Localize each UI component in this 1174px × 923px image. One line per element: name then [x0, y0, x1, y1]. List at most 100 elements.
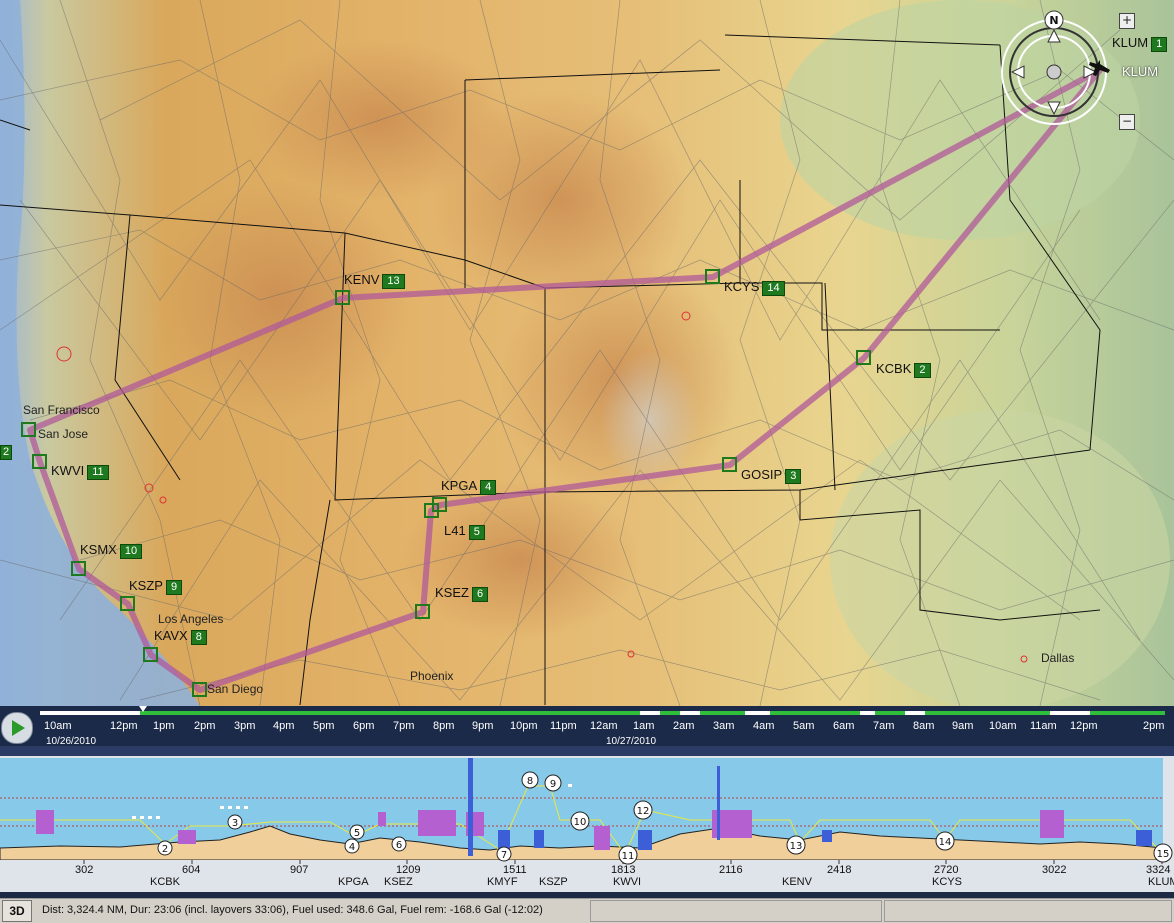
status-panel [884, 900, 1172, 922]
leg-marker-label: 6 [396, 840, 402, 851]
leg-marker[interactable]: 12 [633, 800, 653, 820]
center-icon[interactable] [1046, 64, 1062, 80]
waypoint-gosip[interactable]: GOSIP 3 [741, 468, 802, 484]
distance-tick: 1209 [396, 864, 421, 876]
timeline-time: 8am [913, 720, 935, 732]
distance-tick: 2418 [827, 864, 852, 876]
waypoint-number: 14 [762, 281, 785, 296]
waypoint-klum-start[interactable]: KLUM 1 [1112, 35, 1168, 52]
waypoint-code: KLUM [1112, 35, 1149, 50]
waypoint-kwvi[interactable]: KWVI 11 [51, 463, 109, 480]
city-los-angeles: Los Angeles [158, 612, 224, 626]
waypoint-number: 4 [480, 480, 497, 495]
profile-waypoint-label: KLUM [1148, 876, 1174, 888]
leg-marker-label: 14 [939, 837, 952, 848]
leg-marker[interactable]: 15 [1153, 843, 1173, 863]
leg-marker[interactable]: 8 [521, 771, 539, 789]
route-map[interactable]: KCBK 2 GOSIP 3 KPGA 4 L41 5 KSEZ 6 KAVX 8 KSZP… [0, 0, 1174, 706]
waypoint-number: 10 [119, 544, 143, 559]
map-navigation-control[interactable]: N [996, 10, 1114, 130]
profile-waypoint-label: KCYS [932, 876, 962, 888]
profile-waypoint-label: KSEZ [384, 876, 413, 888]
waypoint-code: KSZP [129, 578, 163, 593]
timeline-time: 12am [590, 720, 618, 732]
leg-marker[interactable]: 13 [786, 835, 806, 855]
waypoint-kcbk[interactable]: KCBK 2 [876, 362, 931, 378]
waypoint-kszp[interactable]: KSZP 9 [129, 578, 183, 595]
city-san-jose: San Jose [38, 427, 89, 441]
play-button[interactable] [1, 712, 33, 744]
waypoint-code: KSMX [80, 542, 117, 557]
leg-marker[interactable]: 3 [227, 814, 243, 830]
waypoint-ksez[interactable]: KSEZ 6 [435, 585, 489, 602]
timeline-time: 10am [44, 720, 72, 732]
profile-waypoint-label: KSZP [539, 876, 568, 888]
timeline-time: 10pm [510, 720, 538, 732]
leg-marker[interactable]: 2 [157, 840, 173, 856]
distance-tick: 302 [75, 864, 94, 876]
waypoint-kenv[interactable]: KENV 13 [344, 273, 405, 289]
waypoint-number: 2 [0, 445, 13, 460]
distance-tick: 2116 [719, 864, 743, 876]
waypoint-ksmx[interactable]: KSMX 10 [80, 542, 143, 559]
timeline-time: 12pm [110, 720, 138, 732]
waypoint-number: 11 [87, 465, 109, 480]
leg-marker-label: 4 [349, 842, 355, 853]
timeline-time: 6pm [353, 720, 375, 732]
waypoint-offscreen[interactable]: 2 [0, 444, 13, 460]
leg-marker[interactable]: 5 [349, 824, 365, 840]
leg-marker[interactable]: 7 [496, 846, 512, 862]
leg-marker-label: 10 [574, 817, 587, 828]
distance-tick: 907 [290, 864, 309, 876]
zoom-in-button[interactable]: + [1119, 13, 1135, 29]
waypoint-kavx[interactable]: KAVX 8 [154, 629, 207, 645]
route-summary-text: Dist: 3,324.4 NM, Dur: 23:06 (incl. layo… [42, 904, 543, 916]
view-3d-button[interactable]: 3D [2, 900, 32, 922]
leg-marker-label: 8 [527, 776, 533, 787]
leg-marker-label: 2 [162, 844, 168, 855]
leg-marker[interactable]: 6 [391, 836, 407, 852]
waypoint-code: KWVI [51, 463, 85, 478]
zoom-out-button[interactable]: − [1119, 114, 1135, 130]
waypoint-klum-end[interactable]: KLUM [1122, 65, 1158, 79]
waypoint-number: 8 [190, 630, 207, 645]
timeline-time: 9pm [472, 720, 494, 732]
waypoint-code: KLUM [1122, 64, 1159, 79]
distance-tick: 2720 [934, 864, 959, 876]
waypoint-number: 9 [165, 580, 183, 595]
waypoint-l41[interactable]: L41 5 [444, 524, 485, 540]
leg-marker[interactable]: 9 [544, 774, 562, 792]
waypoint-number: 13 [382, 274, 405, 289]
timeline-time: 8pm [433, 720, 455, 732]
leg-marker[interactable]: 11 [618, 845, 638, 865]
timeline-time: 1pm [153, 720, 175, 732]
altitude-profile[interactable]: 2 3 4 5 6 7 8 9 10 11 12 13 14 15 [0, 756, 1174, 892]
waypoint-code: KCYS [724, 279, 760, 294]
profile-waypoint-label: KPGA [338, 876, 369, 888]
timeline-time: 3am [713, 720, 735, 732]
leg-marker-label: 11 [622, 851, 635, 862]
leg-marker-label: 15 [1157, 849, 1170, 860]
status-panel [590, 900, 882, 922]
leg-marker[interactable]: 10 [570, 811, 590, 831]
distance-tick: 604 [182, 864, 201, 876]
waypoint-code: KPGA [441, 478, 478, 493]
timeline-time: 5pm [313, 720, 335, 732]
distance-tick: 1511 [503, 864, 527, 876]
leg-marker-label: 12 [637, 806, 650, 817]
timeline-time: 2am [673, 720, 695, 732]
waypoint-kcys[interactable]: KCYS 14 [724, 279, 785, 296]
timeline-time: 10am [989, 720, 1017, 732]
panel-splitter[interactable] [0, 746, 1174, 756]
leg-marker-label: 7 [501, 850, 507, 861]
leg-marker[interactable]: 14 [935, 831, 955, 851]
leg-marker[interactable]: 4 [344, 838, 360, 854]
timeline-time: 2pm [1143, 720, 1165, 732]
timeline-time: 6am [833, 720, 855, 732]
distance-tick: 1813 [611, 864, 636, 876]
timeline-time: 2pm [194, 720, 216, 732]
city-san-francisco: San Francisco [23, 403, 100, 417]
waypoint-kpga[interactable]: KPGA 4 [441, 478, 497, 495]
waypoint-code: KSEZ [435, 585, 469, 600]
timeline-time: 12pm [1070, 720, 1098, 732]
